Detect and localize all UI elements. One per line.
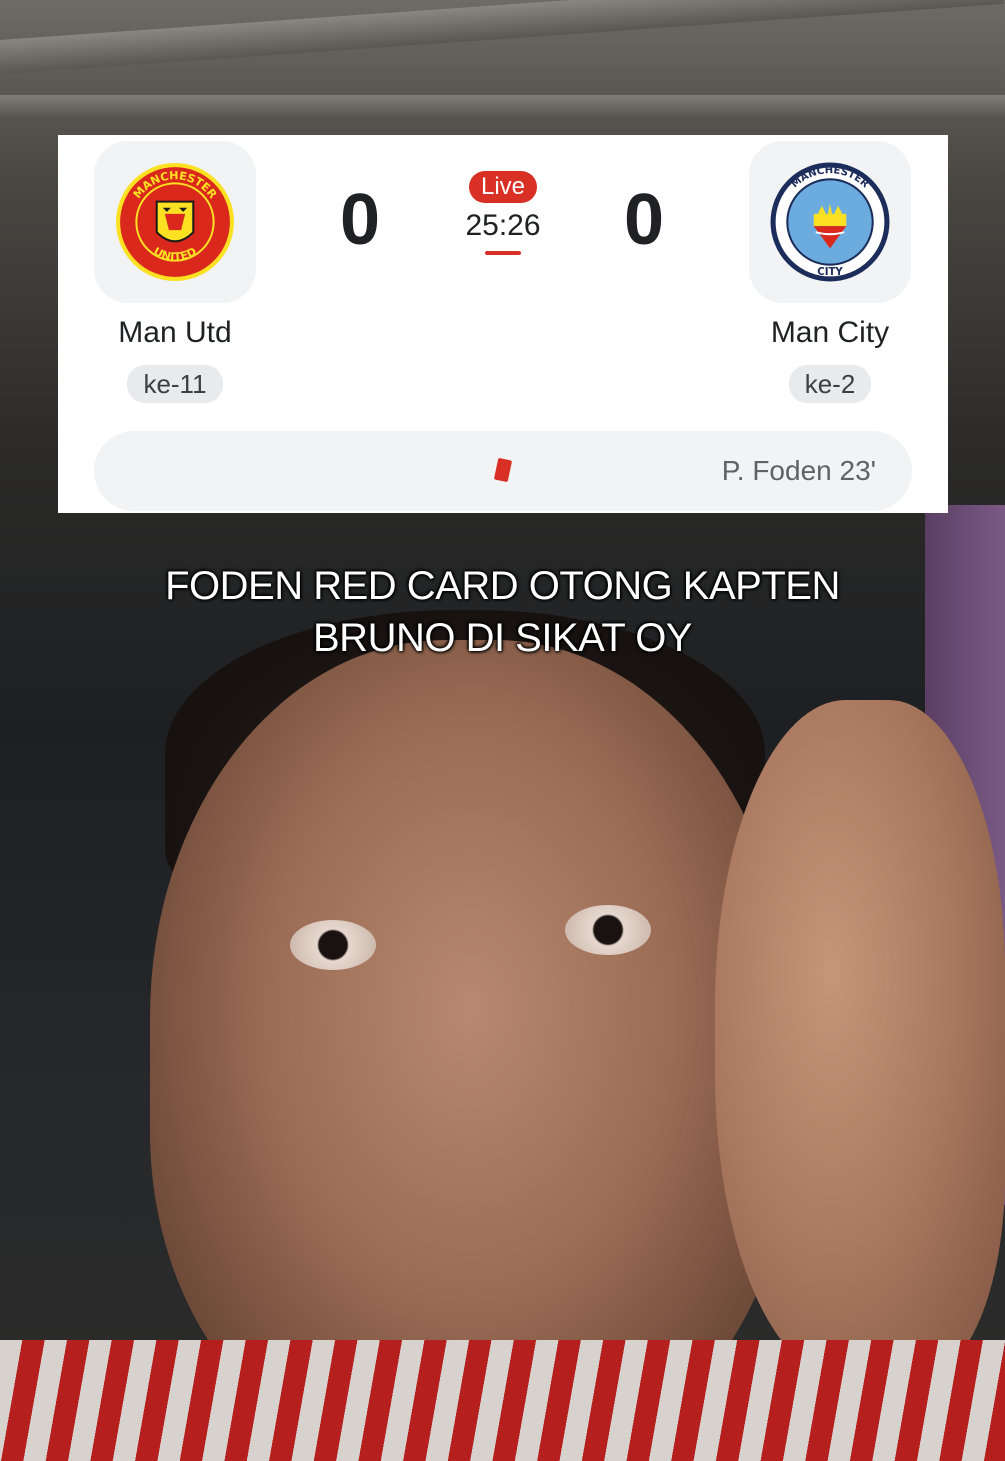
live-badge: Live xyxy=(468,171,538,203)
score-card[interactable]: MANCHESTER UNITED Man Utd ke-11 0 Live 2… xyxy=(58,135,948,513)
svg-text:CITY: CITY xyxy=(817,267,843,278)
person-left-eye xyxy=(290,920,376,970)
away-score: 0 xyxy=(623,180,665,260)
ceiling-beam xyxy=(0,0,1004,74)
home-crest-tile: MANCHESTER UNITED xyxy=(94,141,256,303)
caption-line-1: FODEN RED CARD OTONG KAPTEN xyxy=(165,564,840,608)
away-team-name: Man City xyxy=(770,316,890,349)
home-team-name: Man Utd xyxy=(118,316,232,349)
match-status: Live 25:26 xyxy=(448,171,558,255)
caption-line-2: BRUNO DI SIKAT OY xyxy=(313,616,692,660)
person-shirt xyxy=(0,1340,1005,1461)
man-utd-crest-icon: MANCHESTER UNITED xyxy=(116,163,234,281)
caption-overlay: FODEN RED CARD OTONG KAPTEN BRUNO DI SIK… xyxy=(60,560,945,664)
live-indicator-bar xyxy=(485,251,521,255)
person-right-eye xyxy=(565,905,651,955)
home-score: 0 xyxy=(339,180,381,260)
home-team[interactable]: MANCHESTER UNITED Man Utd ke-11 xyxy=(85,141,265,403)
event-player-text: P. Foden 23' xyxy=(721,455,876,486)
person-hand xyxy=(715,700,1005,1380)
away-team-rank-badge: ke-2 xyxy=(788,365,872,403)
away-team[interactable]: MANCHESTER CITY Man City ke-2 xyxy=(740,141,920,403)
match-event-row[interactable]: P. Foden 23' xyxy=(94,431,912,511)
ceiling-beam xyxy=(0,95,1005,117)
away-crest-tile: MANCHESTER CITY xyxy=(749,141,911,303)
person-face xyxy=(150,640,790,1460)
man-city-crest-icon: MANCHESTER CITY xyxy=(770,162,890,282)
match-clock: 25:26 xyxy=(465,209,541,242)
red-card-icon xyxy=(493,457,513,483)
home-team-rank-badge: ke-11 xyxy=(127,365,223,403)
